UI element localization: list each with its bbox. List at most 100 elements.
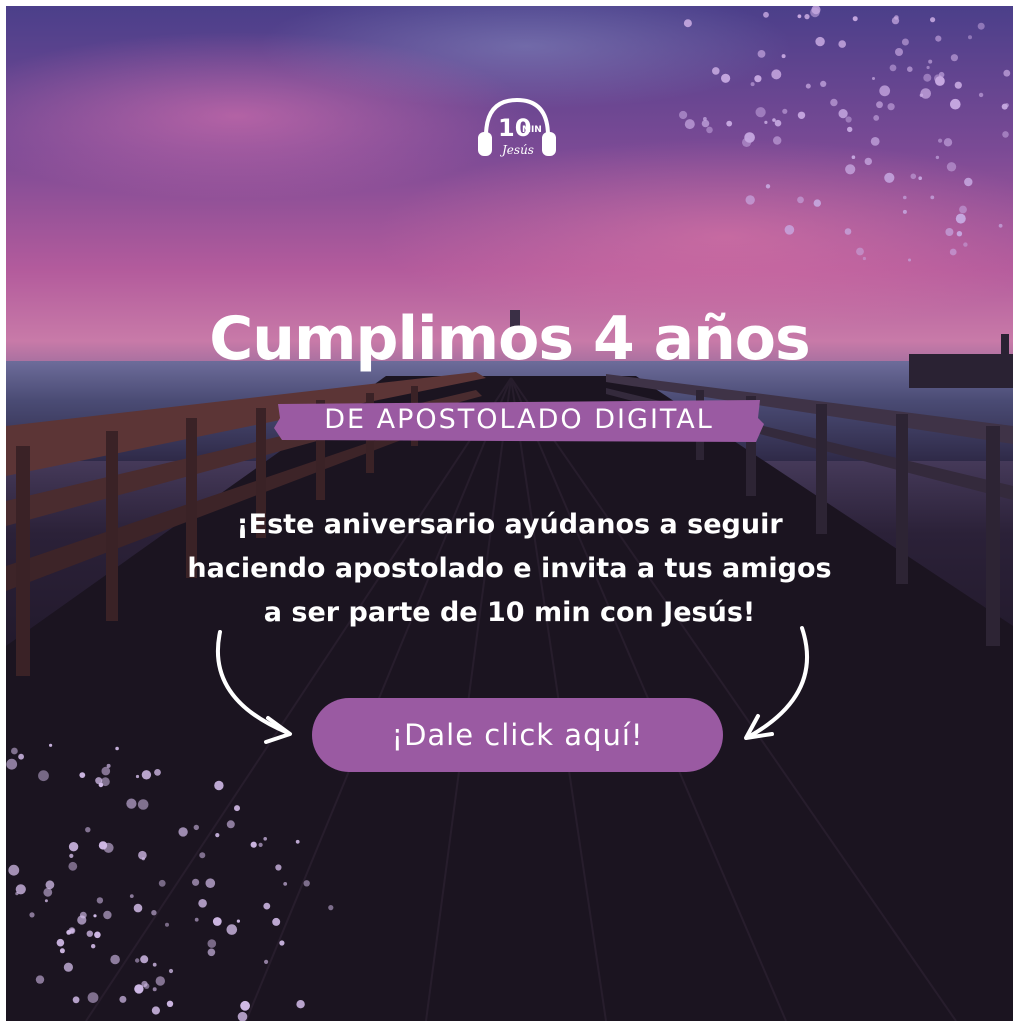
headphones-logo: 10 MIN Jesús [478, 97, 556, 157]
confetti-dot [193, 824, 199, 831]
confetti-dot [923, 73, 932, 82]
confetti-dot [712, 67, 720, 75]
confetti-dot [701, 119, 710, 128]
confetti-dot [140, 955, 149, 964]
confetti-dot [151, 1006, 160, 1015]
confetti-dot [103, 842, 114, 853]
logo-word: MIN [522, 125, 542, 135]
confetti-dot [168, 968, 174, 974]
confetti-dot [771, 69, 782, 80]
confetti-dot [930, 195, 935, 200]
confetti-dot [226, 820, 235, 829]
confetti-dot [94, 931, 101, 939]
confetti-dot [781, 54, 786, 59]
confetti-dot [903, 195, 907, 200]
subtitle-banner: DE APOSTOLADO DIGITAL [274, 398, 764, 444]
confetti-dot [192, 878, 200, 886]
confetti-dot [847, 126, 853, 133]
confetti-dot [820, 80, 827, 87]
confetti-dot [954, 81, 962, 89]
confetti-dot [1002, 131, 1009, 138]
confetti-dot [45, 880, 55, 890]
confetti-dot [876, 101, 883, 109]
confetti-dot [263, 837, 268, 841]
confetti-dot [178, 827, 188, 837]
confetti-dot [845, 164, 856, 175]
confetti-dot [11, 747, 18, 755]
confetti-dot [894, 15, 899, 20]
confetti-dot [935, 76, 945, 86]
confetti-dot [234, 805, 240, 812]
confetti-dot [85, 827, 91, 833]
confetti-dot [91, 944, 96, 949]
confetti-dot [757, 50, 766, 58]
confetti-dot [38, 770, 49, 782]
confetti-dot [938, 71, 945, 78]
confetti-dot [143, 983, 150, 989]
confetti-dot [726, 120, 733, 127]
confetti-dot [797, 196, 804, 204]
confetti-dot [852, 16, 858, 22]
confetti-dot [773, 136, 782, 145]
confetti-dot [194, 917, 199, 922]
confetti-dot [895, 48, 903, 56]
confetti-dot [151, 910, 157, 916]
confetti-dot [754, 75, 762, 83]
confetti-dot [258, 842, 263, 848]
confetti-dot [328, 905, 334, 911]
confetti-dot [838, 109, 848, 119]
confetti-dot [86, 930, 94, 937]
confetti-dot [237, 1011, 248, 1021]
confetti-dot [87, 992, 99, 1003]
curved-arrow-left-icon [215, 630, 292, 744]
confetti-dot [69, 853, 74, 859]
confetti-dot [96, 897, 104, 904]
confetti-dot [295, 839, 300, 844]
cta-button[interactable]: ¡Dale click aquí! [312, 698, 723, 772]
confetti-dot [750, 82, 755, 87]
confetti-dot [943, 138, 953, 147]
confetti-dot [889, 64, 897, 72]
confetti-dot [205, 878, 216, 888]
confetti-dot [721, 73, 731, 83]
confetti-dot [772, 118, 776, 122]
confetti-dot [938, 138, 943, 143]
confetti-dot [141, 770, 152, 780]
confetti-dot [764, 120, 768, 124]
confetti-dot [862, 256, 867, 261]
confetti-dot [68, 842, 79, 852]
confetti-dot [207, 939, 217, 948]
confetti-dot [95, 777, 103, 785]
confetti-dot [152, 962, 157, 967]
confetti-dot [296, 1000, 305, 1009]
confetti-dot [68, 927, 76, 935]
confetti-dot [106, 763, 111, 768]
confetti-dot [93, 914, 97, 918]
confetti-dot [946, 162, 957, 172]
confetti-dot [763, 11, 769, 18]
confetti-dot [955, 213, 966, 224]
confetti-dot [79, 772, 86, 778]
confetti-dot [275, 864, 282, 871]
confetti-dot [212, 917, 222, 926]
confetti-dot [29, 912, 35, 918]
confetti-dot [845, 116, 852, 123]
confetti-dot [133, 903, 143, 913]
confetti-dot [226, 924, 238, 935]
confetti-dot [155, 976, 165, 986]
confetti-dot [236, 919, 240, 923]
confetti-dot [283, 882, 288, 886]
confetti-dot [902, 209, 907, 214]
confetti-dot [154, 769, 161, 776]
confetti-dot [679, 110, 688, 120]
confetti-dot [870, 137, 880, 146]
confetti-dot [59, 948, 65, 954]
confetti-dot [683, 19, 692, 28]
confetti-dot [856, 247, 864, 256]
confetti-dot [129, 894, 134, 898]
confetti-dot [910, 173, 917, 180]
confetti-dot [813, 199, 821, 207]
confetti-dot [6, 758, 18, 770]
confetti-dot [830, 98, 838, 107]
confetti-dot [303, 880, 310, 887]
